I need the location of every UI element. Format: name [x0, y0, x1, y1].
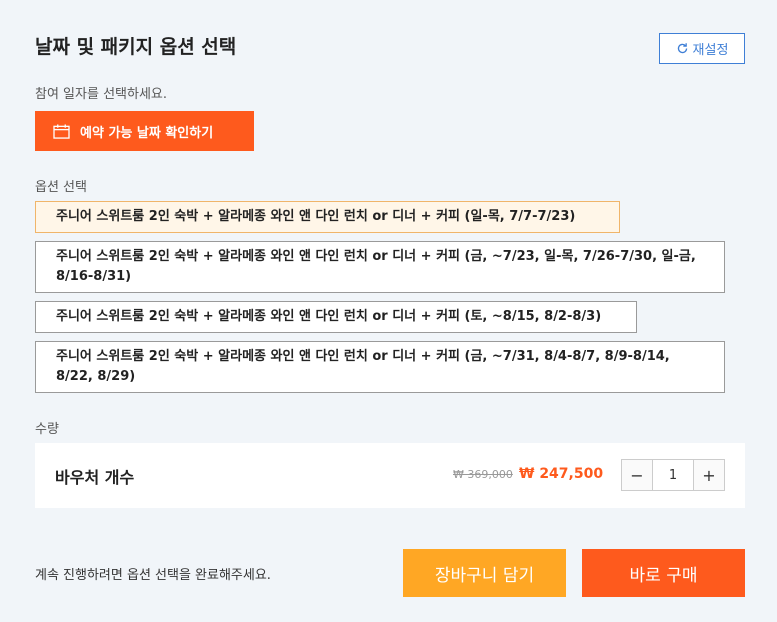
options-label: 옵션 선택 [35, 180, 87, 195]
option-item-label: 주니어 스위트룸 2인 숙박 + 알라메종 와인 앤 다인 런치 or 디너 +… [56, 249, 696, 284]
quantity-stepper: − + [621, 459, 725, 491]
quantity-input[interactable] [653, 460, 693, 490]
option-item-label: 주니어 스위트룸 2인 숙박 + 알라메종 와인 앤 다인 런치 or 디너 +… [56, 309, 602, 324]
reset-label: 재설정 [692, 43, 729, 58]
option-item-2[interactable]: 주니어 스위트룸 2인 숙박 + 알라메종 와인 앤 다인 런치 or 디너 +… [35, 241, 725, 293]
calendar-icon [53, 123, 70, 139]
option-item-1[interactable]: 주니어 스위트룸 2인 숙박 + 알라메종 와인 앤 다인 런치 or 디너 +… [35, 201, 620, 233]
increment-button[interactable]: + [693, 460, 724, 490]
quantity-panel: 바우처 개수 ₩ 369,000 ₩ 247,500 − + [35, 443, 745, 508]
option-item-4[interactable]: 주니어 스위트룸 2인 숙박 + 알라메종 와인 앤 다인 런치 or 디너 +… [35, 341, 725, 393]
check-dates-button[interactable]: 예약 가능 날짜 확인하기 [35, 111, 254, 151]
option-item-label: 주니어 스위트룸 2인 숙박 + 알라메종 와인 앤 다인 런치 or 디너 +… [56, 209, 576, 224]
reset-button[interactable]: 재설정 [659, 33, 745, 64]
buy-now-button[interactable]: 바로 구매 [582, 549, 745, 597]
add-to-cart-button[interactable]: 장바구니 담기 [403, 549, 566, 597]
option-item-3[interactable]: 주니어 스위트룸 2인 숙박 + 알라메종 와인 앤 다인 런치 or 디너 +… [35, 301, 637, 333]
refresh-icon [677, 43, 687, 54]
date-hint: 참여 일자를 선택하세요. [35, 87, 167, 102]
footer-note: 계속 진행하려면 옵션 선택을 완료해주세요. [35, 568, 271, 583]
quantity-label: 수량 [35, 422, 59, 437]
option-item-label: 주니어 스위트룸 2인 숙박 + 알라메종 와인 앤 다인 런치 or 디너 +… [56, 349, 670, 384]
sale-price: ₩ 247,500 [519, 466, 604, 482]
page-title: 날짜 및 패키지 옵션 선택 [35, 36, 237, 58]
decrement-button[interactable]: − [622, 460, 653, 490]
check-dates-label: 예약 가능 날짜 확인하기 [80, 125, 214, 141]
voucher-count-label: 바우처 개수 [55, 468, 135, 487]
original-price: ₩ 369,000 [453, 468, 513, 481]
